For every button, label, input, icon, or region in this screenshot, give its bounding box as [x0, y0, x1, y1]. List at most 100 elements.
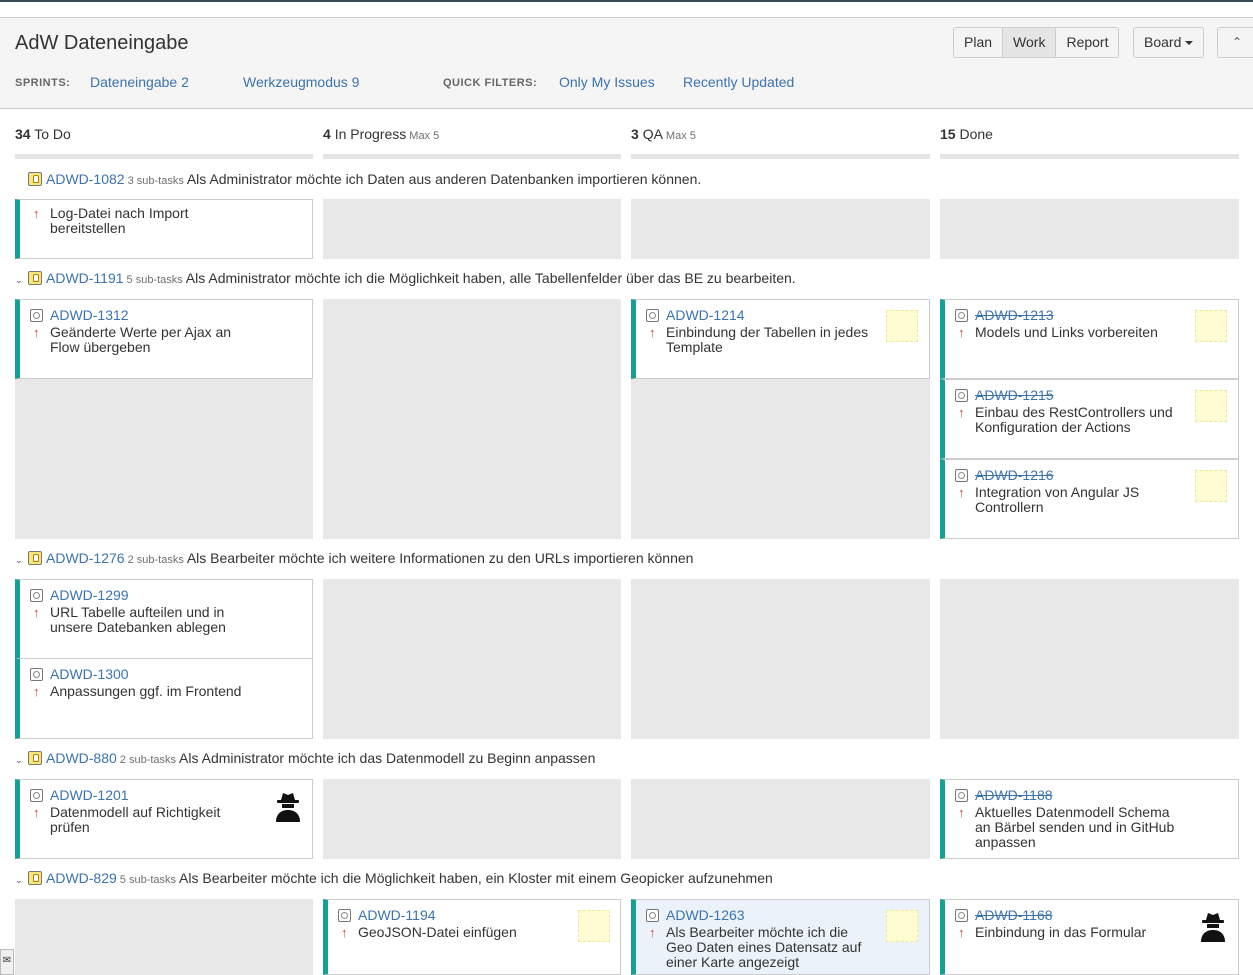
anonymous-avatar-icon [1201, 913, 1225, 942]
card-summary: Als Bearbeiter möchte ich die Geo Daten e… [666, 924, 862, 970]
report-mode-button[interactable]: Report [1055, 28, 1118, 57]
empty-cell [940, 579, 1239, 739]
chevron-down-icon [1185, 41, 1194, 46]
card-key[interactable]: ADWD-1263 [666, 907, 745, 923]
card-key[interactable]: ADWD-1300 [50, 666, 129, 682]
subtask-icon [955, 469, 968, 482]
quick-filter-only-my-issues[interactable]: Only My Issues [559, 74, 655, 90]
note-icon [578, 910, 610, 942]
swimlane-header[interactable]: ⌄ ADWD-829 5 sub-tasks Als Bearbeiter möcht… [15, 870, 773, 890]
swimlane-header[interactable]: ⌄ ADWD-1276 2 sub-tasks Als Bearbeiter möch… [15, 550, 693, 570]
empty-cell [323, 579, 621, 739]
card-key[interactable]: ADWD-1213 [975, 307, 1054, 323]
card-key[interactable]: ADWD-1188 [975, 787, 1053, 803]
work-mode-button[interactable]: Work [1002, 28, 1056, 57]
issue-card[interactable]: ADWD-1312 ↑ Geänderte Werte per Ajax an F… [15, 299, 313, 379]
column-header-in-progress: 4 In Progress Max 5 [323, 126, 439, 142]
subtask-icon [30, 668, 43, 681]
board-title: AdW Dateneingabe [15, 32, 189, 54]
card-key[interactable]: ADWD-1194 [358, 907, 436, 923]
issue-card[interactable]: ADWD-1213 ↑ Models und Links vorbereiten [940, 299, 1239, 379]
issue-card[interactable]: ADWD-1299 ↑ URL Tabelle aufteilen und in… [15, 579, 313, 659]
priority-up-arrow-icon: ↑ [33, 805, 40, 820]
card-summary: Geänderte Werte per Ajax an Flow übergebe… [50, 324, 232, 355]
quick-filters-label: QUICK FILTERS: [443, 77, 538, 89]
subtask-icon [338, 909, 351, 922]
issue-card[interactable]: ADWD-1201 ↑ Datenmodell auf Richtigkeit p… [15, 779, 313, 859]
empty-cell [323, 199, 621, 259]
column-limit: Max 5 [665, 130, 696, 142]
swimlane-key[interactable]: ADWD-880 [46, 750, 117, 766]
swimlane-header[interactable]: ⌄ ADWD-880 2 sub-tasks Als Administrator mö… [15, 750, 595, 770]
column-header-todo: 34 To Do [15, 126, 71, 142]
empty-cell [631, 779, 930, 859]
sprints-label: SPRINTS: [15, 77, 71, 89]
column-count: 15 [940, 126, 956, 142]
swimlane-header[interactable]: ADWD-1082 3 sub-tasks Als Administrator mö… [15, 171, 701, 191]
empty-cell [631, 199, 930, 259]
swimlane-key[interactable]: ADWD-1191 [46, 270, 124, 286]
swimlane-summary: Als Administrator möchte ich das Datenmo… [179, 750, 596, 766]
swimlane-summary: Als Bearbeiter möchte ich die Möglichkei… [179, 870, 773, 886]
issue-card[interactable]: ADWD-1215 ↑ Einbau des RestControllers u… [940, 379, 1239, 459]
swimlane-key[interactable]: ADWD-829 [46, 870, 117, 886]
plan-mode-button[interactable]: Plan [954, 28, 1002, 57]
column-name: Done [959, 126, 993, 142]
priority-up-arrow-icon: ↑ [958, 405, 965, 420]
subtask-icon [646, 909, 659, 922]
column-divider [15, 154, 313, 159]
column-name: In Progress [334, 126, 407, 142]
story-icon [28, 751, 42, 765]
card-key[interactable]: ADWD-1214 [666, 307, 745, 323]
feedback-mail-icon[interactable]: ✉ [0, 949, 14, 975]
card-key[interactable]: ADWD-1201 [50, 787, 129, 803]
issue-card[interactable]: ADWD-1300 ↑ Anpassungen ggf. im Frontend [15, 658, 313, 739]
issue-card[interactable]: ADWD-1188 ↑ Aktuelles Datenmodell Schema… [940, 779, 1239, 859]
column-divider [631, 154, 930, 159]
issue-card[interactable]: ADWD-1194 ↑ GeoJSON-Datei einfügen [323, 899, 621, 975]
collapse-header-button[interactable]: ⌃ [1217, 27, 1253, 58]
swimlane-subtasks: 3 sub-tasks [127, 175, 184, 187]
chevron-down-icon: ⌄ [15, 555, 23, 565]
issue-card[interactable]: ADWD-1263 ↑ Als Bearbeiter möchte ich di… [631, 899, 930, 975]
card-summary: Einbindung der Tabellen in jedes Template [666, 324, 869, 355]
empty-cell [323, 779, 621, 859]
story-icon [28, 271, 42, 285]
board-menu-button[interactable]: Board [1133, 27, 1205, 58]
card-summary: Einbau des RestControllers und Konfigurat… [975, 404, 1173, 435]
swimlane-summary: Als Bearbeiter möchte ich weitere Inform… [186, 550, 694, 566]
swimlane-header[interactable]: ⌄ ADWD-1191 5 sub-tasks Als Administrator m… [15, 270, 796, 290]
card-key[interactable]: ADWD-1168 [975, 907, 1053, 923]
priority-up-arrow-icon: ↑ [33, 325, 40, 340]
chevron-down-icon: ⌄ [15, 275, 23, 285]
story-icon [28, 871, 42, 885]
card-key[interactable]: ADWD-1216 [975, 467, 1054, 483]
subtask-icon [30, 789, 43, 802]
issue-card[interactable]: ↑ Log-Datei nach Import bereitstellen [15, 199, 313, 259]
quick-filter-recently-updated[interactable]: Recently Updated [683, 74, 794, 90]
swimlane-key[interactable]: ADWD-1276 [46, 550, 125, 566]
subtask-icon [30, 589, 43, 602]
column-limit: Max 5 [409, 130, 440, 142]
subtask-icon [955, 309, 968, 322]
card-key[interactable]: ADWD-1299 [50, 587, 129, 603]
empty-cell [15, 899, 313, 975]
card-summary: Anpassungen ggf. im Frontend [50, 683, 242, 699]
card-summary: Einbindung in das Formular [975, 924, 1147, 940]
card-summary: Log-Datei nach Import bereitstellen [50, 205, 189, 236]
priority-up-arrow-icon: ↑ [958, 485, 965, 500]
story-icon [28, 172, 42, 186]
column-divider [940, 154, 1239, 159]
sprint-filter-werkzeugmodus[interactable]: Werkzeugmodus 9 [243, 74, 359, 90]
swimlane-key[interactable]: ADWD-1082 [46, 171, 125, 187]
issue-card[interactable]: ADWD-1168 ↑ Einbindung in das Formular [940, 899, 1239, 975]
sprint-filter-dateneingabe[interactable]: Dateneingabe 2 [90, 74, 189, 90]
card-key[interactable]: ADWD-1312 [50, 307, 129, 323]
swimlane-summary: Als Administrator möchte ich die Möglich… [185, 270, 796, 286]
issue-card[interactable]: ADWD-1216 ↑ Integration von Angular JS Co… [940, 459, 1239, 539]
subtask-icon [955, 909, 968, 922]
column-divider [323, 154, 621, 159]
issue-card[interactable]: ADWD-1214 ↑ Einbindung der Tabellen in j… [631, 299, 930, 379]
card-key[interactable]: ADWD-1215 [975, 387, 1054, 403]
swimlane-subtasks: 2 sub-tasks [127, 554, 184, 566]
